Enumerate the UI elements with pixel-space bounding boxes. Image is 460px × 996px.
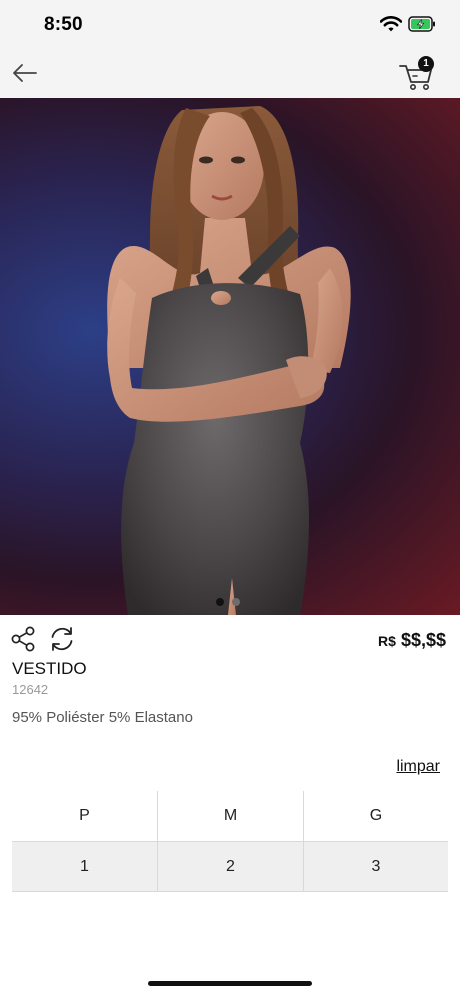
- size-quantity-g[interactable]: 3: [304, 842, 448, 892]
- size-quantity-grid: P M G 1 2 3: [12, 791, 448, 892]
- share-button[interactable]: [10, 625, 38, 653]
- size-header-p: P: [12, 791, 157, 841]
- carousel-pagination[interactable]: [216, 598, 246, 608]
- price-value: $$,$$: [400, 630, 446, 650]
- carousel-dot-active[interactable]: [216, 598, 224, 606]
- carousel-dot[interactable]: [232, 598, 240, 606]
- size-header-m: M: [158, 791, 303, 841]
- home-indicator[interactable]: [148, 981, 312, 986]
- back-button[interactable]: [10, 60, 40, 86]
- cart-count-badge: 1: [418, 56, 434, 72]
- battery-charging-icon: [408, 16, 435, 32]
- product-image-carousel[interactable]: [0, 98, 460, 615]
- size-quantity-m[interactable]: 2: [158, 842, 303, 892]
- price-currency: R$: [378, 633, 396, 649]
- product-photo: [107, 106, 351, 615]
- product-price: R$ $$,$$: [378, 630, 446, 651]
- status-time: 8:50: [44, 14, 83, 35]
- refresh-button[interactable]: [48, 625, 76, 653]
- size-quantity-p[interactable]: 1: [12, 842, 157, 892]
- clear-selection-link[interactable]: limpar: [396, 758, 440, 776]
- cart-button[interactable]: 1: [398, 56, 438, 90]
- wifi-icon: [380, 16, 402, 32]
- product-name: VESTIDO: [12, 659, 87, 678]
- grid-divider: [12, 841, 448, 842]
- size-header-g: G: [304, 791, 448, 841]
- product-code: 12642: [12, 682, 49, 697]
- product-composition: 95% Poliéster 5% Elastano: [12, 709, 193, 726]
- grid-divider: [12, 891, 448, 892]
- share-icon: [11, 626, 35, 652]
- refresh-icon: [51, 627, 73, 651]
- navigation-bar: 1: [0, 48, 460, 98]
- status-bar: 8:50: [0, 0, 460, 48]
- arrow-left-icon: [13, 64, 37, 82]
